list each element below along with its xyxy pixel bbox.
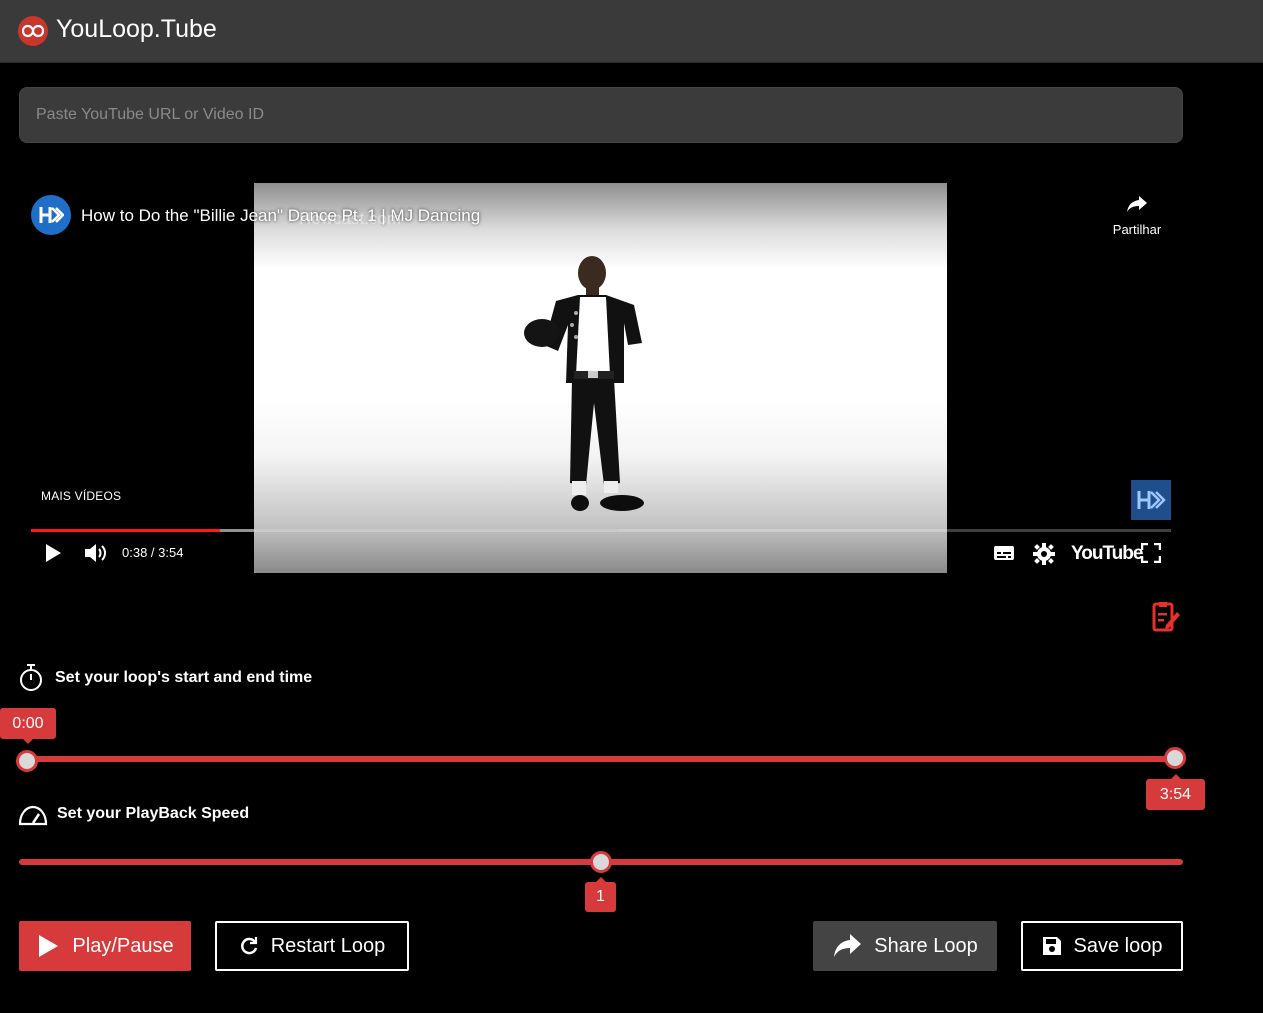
redo-icon (240, 937, 257, 955)
floppy-disk-icon (1042, 937, 1061, 955)
play-pause-label: Play/Pause (72, 934, 174, 957)
time-display: 0:38 / 3:54 (122, 545, 184, 560)
youtube-logo[interactable]: YouTube (1071, 543, 1143, 565)
url-input[interactable] (19, 87, 1183, 143)
volume-icon[interactable] (83, 541, 109, 570)
progress-played (31, 529, 221, 532)
video-frame[interactable] (254, 183, 947, 573)
loop-section-label: Set your loop's start and end time (55, 669, 313, 686)
channel-avatar-icon[interactable] (31, 195, 71, 235)
speed-handle[interactable] (590, 851, 612, 873)
stopwatch-icon (18, 663, 44, 698)
video-watermark: Howcast.com (299, 209, 402, 228)
dancer-figure (524, 256, 644, 511)
subtitles-icon[interactable] (993, 544, 1015, 567)
channel-badge-icon[interactable] (1131, 480, 1171, 520)
speed-section-label: Set your PlayBack Speed (57, 805, 250, 822)
share-arrow-icon (1127, 196, 1147, 212)
share-button[interactable]: Partilhar (1097, 195, 1177, 237)
share-label: Partilhar (1112, 222, 1162, 237)
settings-gear-icon[interactable] (1033, 543, 1055, 570)
save-loop-button[interactable]: Save loop (1021, 921, 1183, 971)
fullscreen-icon[interactable] (1140, 542, 1162, 568)
video-player[interactable]: How to Do the "Billie Jean" Dance Pt. 1 … (19, 183, 1183, 573)
video-title[interactable]: How to Do the "Billie Jean" Dance Pt. 1 … (81, 206, 480, 226)
share-loop-label: Share Loop (874, 934, 978, 957)
top-bar: YouLoop.Tube (0, 0, 1263, 63)
loop-end-tooltip: 3:54 (1146, 774, 1205, 810)
loop-start-handle[interactable] (16, 750, 38, 772)
loop-range-track[interactable] (19, 756, 1183, 762)
video-progress-bar[interactable] (31, 529, 1171, 532)
infinity-logo-icon[interactable] (18, 16, 48, 46)
more-videos-label[interactable]: MAIS VÍDEOS (41, 489, 121, 503)
play-icon (39, 935, 59, 957)
restart-loop-label: Restart Loop (270, 934, 386, 957)
loop-start-tooltip: 0:00 (0, 708, 56, 744)
play-icon[interactable] (43, 542, 63, 569)
restart-loop-button[interactable]: Restart Loop (215, 921, 409, 971)
share-icon (834, 934, 862, 957)
speedometer-icon (18, 804, 48, 831)
app-title[interactable]: YouLoop.Tube (56, 15, 217, 44)
share-loop-button[interactable]: Share Loop (813, 921, 997, 971)
speed-tooltip: 1 (585, 877, 616, 912)
play-pause-button[interactable]: Play/Pause (19, 921, 191, 971)
loop-end-handle[interactable] (1164, 747, 1186, 769)
save-loop-label: Save loop (1073, 934, 1163, 957)
edit-notes-icon[interactable] (1152, 601, 1182, 638)
